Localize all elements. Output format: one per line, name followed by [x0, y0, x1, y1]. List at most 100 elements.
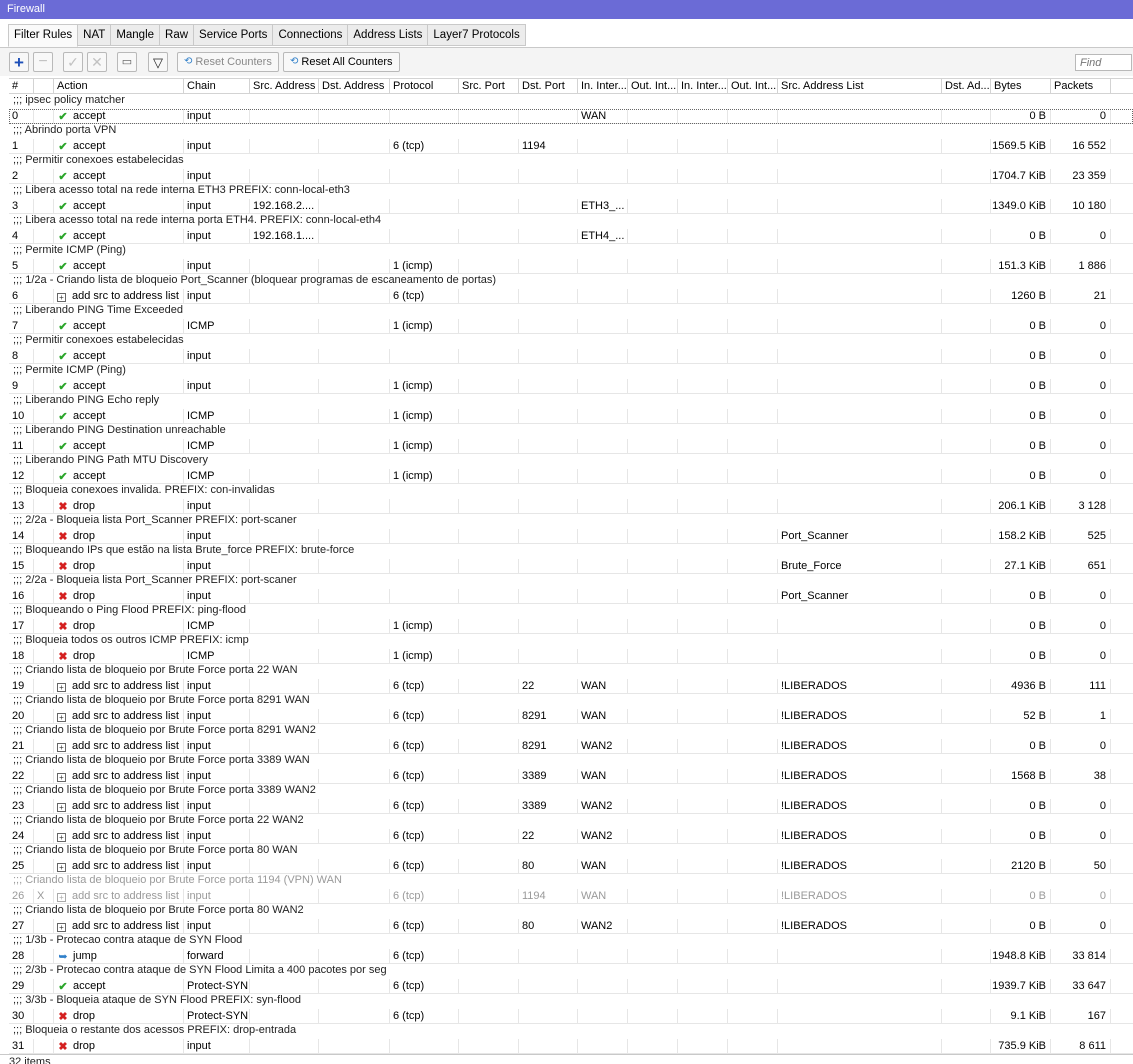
- rule-comment[interactable]: ;;; Liberando PING Time Exceeded: [9, 304, 1133, 319]
- table-row[interactable]: 19 + add src to address list input 6 (tcp) 22…: [9, 679, 1133, 694]
- table-row[interactable]: 10 ✔ accept ICMP 1 (icmp) 0 B0: [9, 409, 1133, 424]
- rule-comment[interactable]: ;;; ipsec policy matcher: [9, 94, 1133, 109]
- col-in-interface[interactable]: In. Inter...: [578, 79, 628, 93]
- rule-comment[interactable]: ;;; Bloqueia conexoes invalida. PREFIX: …: [9, 484, 1133, 499]
- rule-comment[interactable]: ;;; Criando lista de bloqueio por Brute …: [9, 664, 1133, 679]
- remove-button[interactable]: −: [33, 52, 53, 72]
- col-action[interactable]: Action: [54, 79, 184, 93]
- add-button[interactable]: +: [9, 52, 29, 72]
- rule-comment[interactable]: ;;; Libera acesso total na rede interna …: [9, 184, 1133, 199]
- rule-comment[interactable]: ;;; Criando lista de bloqueio por Brute …: [9, 784, 1133, 799]
- reset-all-counters-button[interactable]: ⟲ Reset All Counters: [283, 52, 400, 72]
- rule-comment[interactable]: ;;; Criando lista de bloqueio por Brute …: [9, 904, 1133, 919]
- enable-button[interactable]: ✓: [63, 52, 83, 72]
- col-in-interface-list[interactable]: In. Inter...: [678, 79, 728, 93]
- col-dst-address[interactable]: Dst. Address: [319, 79, 390, 93]
- rule-comment[interactable]: ;;; Bloqueia todos os outros ICMP PREFIX…: [9, 634, 1133, 649]
- rule-comment[interactable]: ;;; Permite ICMP (Ping): [9, 244, 1133, 259]
- rule-comment[interactable]: ;;; 1/3b - Protecao contra ataque de SYN…: [9, 934, 1133, 949]
- table-row[interactable]: 30 ✖ drop Protect-SYN 6 (tcp) 9.1 KiB 167: [9, 1009, 1133, 1024]
- col-dst-port[interactable]: Dst. Port: [519, 79, 578, 93]
- tab-filter-rules[interactable]: Filter Rules: [8, 24, 79, 47]
- table-row[interactable]: 25 + add src to address list input 6 (tcp) 80…: [9, 859, 1133, 874]
- rule-comment[interactable]: ;;; Libera acesso total na rede interna …: [9, 214, 1133, 229]
- table-row[interactable]: 4 ✔ accept input 192.168.1.... ETH4_... 0 B0: [9, 229, 1133, 244]
- rule-comment[interactable]: ;;; Criando lista de bloqueio por Brute …: [9, 694, 1133, 709]
- table-row[interactable]: 23 + add src to address list input 6 (tcp) 33…: [9, 799, 1133, 814]
- table-row[interactable]: 22 + add src to address list input 6 (tcp) 33…: [9, 769, 1133, 784]
- rule-comment[interactable]: ;;; 1/2a - Criando lista de bloqueio Por…: [9, 274, 1133, 289]
- table-row[interactable]: 16 ✖ drop input Port_Scanner 0 B0: [9, 589, 1133, 604]
- col-src-address-list[interactable]: Src. Address List: [778, 79, 942, 93]
- reset-counters-button[interactable]: ⟲ Reset Counters: [177, 52, 279, 72]
- rule-comment[interactable]: ;;; 3/3b - Bloqueia ataque de SYN Flood …: [9, 994, 1133, 1009]
- table-row[interactable]: 5 ✔ accept input 1 (icmp) 151.3 KiB 1 886: [9, 259, 1133, 274]
- tab-raw[interactable]: Raw: [160, 24, 195, 46]
- rule-comment[interactable]: ;;; Criando lista de bloqueio por Brute …: [9, 724, 1133, 739]
- table-row[interactable]: 0 ✔ accept input WAN 0 B0: [9, 109, 1133, 124]
- tab-mangle[interactable]: Mangle: [111, 24, 161, 46]
- tab-service-ports[interactable]: Service Ports: [194, 24, 274, 46]
- rule-comment[interactable]: ;;; Liberando PING Destination unreachab…: [9, 424, 1133, 439]
- col-protocol[interactable]: Protocol: [390, 79, 459, 93]
- table-row[interactable]: 1 ✔ accept input 6 (tcp) 1194 1569.5 KiB 16 552: [9, 139, 1133, 154]
- table-row[interactable]: 29 ✔ accept Protect-SYN 6 (tcp) 1939.7 KiB 33 …: [9, 979, 1133, 994]
- table-row[interactable]: 21 + add src to address list input 6 (tcp) 82…: [9, 739, 1133, 754]
- col-flags[interactable]: [34, 79, 54, 93]
- rule-comment[interactable]: ;;; 2/2a - Bloqueia lista Port_Scanner P…: [9, 514, 1133, 529]
- table-row[interactable]: 15 ✖ drop input Brute_Force 27.1 KiB 651: [9, 559, 1133, 574]
- table-row[interactable]: 18 ✖ drop ICMP 1 (icmp) 0 B0: [9, 649, 1133, 664]
- table-row[interactable]: 14 ✖ drop input Port_Scanner 158.2 KiB 525: [9, 529, 1133, 544]
- filter-button[interactable]: ▽: [148, 52, 168, 72]
- tab-layer7-protocols[interactable]: Layer7 Protocols: [428, 24, 526, 46]
- tab-address-lists[interactable]: Address Lists: [348, 24, 429, 46]
- table-row[interactable]: 2 ✔ accept input 1704.7 KiB 23 359: [9, 169, 1133, 184]
- rule-comment[interactable]: ;;; Criando lista de bloqueio por Brute …: [9, 754, 1133, 769]
- col-out-interface[interactable]: Out. Int...: [628, 79, 678, 93]
- table-row[interactable]: 20 + add src to address list input 6 (tcp) 82…: [9, 709, 1133, 724]
- table-row[interactable]: 8 ✔ accept input 0 B0: [9, 349, 1133, 364]
- table-row[interactable]: 31 ✖ drop input 735.9 KiB 8 611: [9, 1039, 1133, 1054]
- rule-comment[interactable]: ;;; Bloqueia o restante dos acessos PREF…: [9, 1024, 1133, 1039]
- disable-button[interactable]: ✕: [87, 52, 107, 72]
- rule-comment[interactable]: ;;; 2/2a - Bloqueia lista Port_Scanner P…: [9, 574, 1133, 589]
- table-row[interactable]: 3 ✔ accept input 192.168.2.... ETH3_... 1349.0…: [9, 199, 1133, 214]
- rule-comment[interactable]: ;;; Liberando PING Echo reply: [9, 394, 1133, 409]
- rule-comment[interactable]: ;;; Permite ICMP (Ping): [9, 364, 1133, 379]
- table-row[interactable]: 24 + add src to address list input 6 (tcp) 22…: [9, 829, 1133, 844]
- col-src-address[interactable]: Src. Address: [250, 79, 319, 93]
- rule-comment[interactable]: ;;; Criando lista de bloqueio por Brute …: [9, 814, 1133, 829]
- find-input[interactable]: [1075, 54, 1132, 71]
- rule-comment[interactable]: ;;; 2/3b - Protecao contra ataque de SYN…: [9, 964, 1133, 979]
- table-row[interactable]: 17 ✖ drop ICMP 1 (icmp) 0 B0: [9, 619, 1133, 634]
- table-row[interactable]: 7 ✔ accept ICMP 1 (icmp) 0 B0: [9, 319, 1133, 334]
- table-row[interactable]: 13 ✖ drop input 206.1 KiB 3 128: [9, 499, 1133, 514]
- table-row[interactable]: 6 + add src to address list input 6 (tcp) 126…: [9, 289, 1133, 304]
- cell-out-interface: [628, 1039, 678, 1054]
- rule-comment[interactable]: ;;; Abrindo porta VPN: [9, 124, 1133, 139]
- table-row[interactable]: 9 ✔ accept input 1 (icmp) 0 B0: [9, 379, 1133, 394]
- table-row[interactable]: 11 ✔ accept ICMP 1 (icmp) 0 B0: [9, 439, 1133, 454]
- col-chain[interactable]: Chain: [184, 79, 250, 93]
- table-row[interactable]: 27 + add src to address list input 6 (tcp) 80…: [9, 919, 1133, 934]
- col-out-interface-list[interactable]: Out. Int...: [728, 79, 778, 93]
- col-src-port[interactable]: Src. Port: [459, 79, 519, 93]
- comment-button[interactable]: ▭: [117, 52, 137, 72]
- rule-comment[interactable]: ;;; Permitir conexoes estabelecidas: [9, 154, 1133, 169]
- tab-connections[interactable]: Connections: [273, 24, 349, 46]
- rule-comment[interactable]: ;;; Criando lista de bloqueio por Brute …: [9, 874, 1133, 889]
- col-packets[interactable]: Packets: [1051, 79, 1111, 93]
- table-row[interactable]: 12 ✔ accept ICMP 1 (icmp) 0 B0: [9, 469, 1133, 484]
- cell-packets: 23 359: [1051, 169, 1111, 184]
- rule-comment[interactable]: ;;; Permitir conexoes estabelecidas: [9, 334, 1133, 349]
- rule-comment[interactable]: ;;; Bloqueando IPs que estão na lista Br…: [9, 544, 1133, 559]
- col-number[interactable]: #: [9, 79, 34, 93]
- tab-nat[interactable]: NAT: [78, 24, 112, 46]
- rule-comment[interactable]: ;;; Liberando PING Path MTU Discovery: [9, 454, 1133, 469]
- col-bytes[interactable]: Bytes: [991, 79, 1051, 93]
- col-dst-address-list[interactable]: Dst. Ad...: [942, 79, 991, 93]
- table-row[interactable]: 26 X + add src to address list input 6 (tcp) 1…: [9, 889, 1133, 904]
- table-row[interactable]: 28 ➥ jump forward 6 (tcp) 1948.8 KiB 33 814: [9, 949, 1133, 964]
- rule-comment[interactable]: ;;; Criando lista de bloqueio por Brute …: [9, 844, 1133, 859]
- rule-comment[interactable]: ;;; Bloqueando o Ping Flood PREFIX: ping…: [9, 604, 1133, 619]
